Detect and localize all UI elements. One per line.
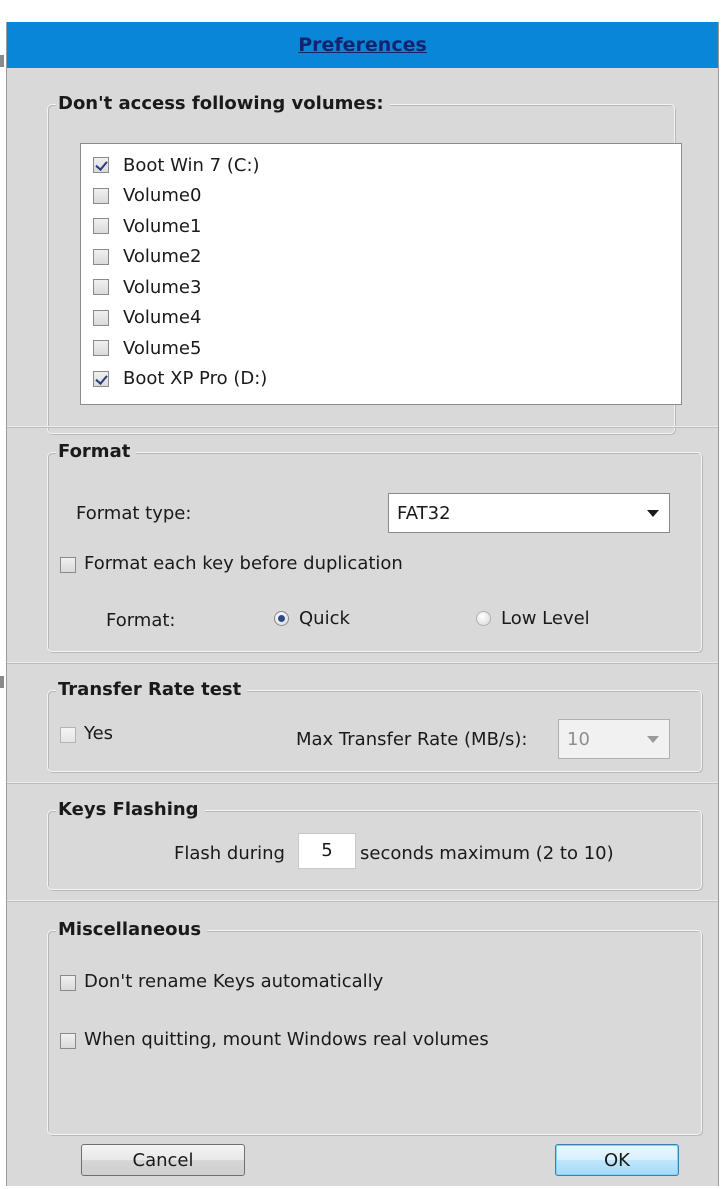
format-group: Format Format type: FAT32 Format each ke… — [47, 440, 702, 652]
volume-label: Volume1 — [123, 215, 202, 237]
volume-checkbox[interactable] — [93, 309, 109, 326]
list-item[interactable]: Boot Win 7 (C:) — [81, 150, 681, 181]
volume-label: Volume3 — [123, 276, 202, 298]
list-item[interactable]: Volume2 — [81, 242, 681, 273]
volume-label: Volume0 — [123, 185, 202, 207]
volume-checkbox[interactable] — [93, 340, 109, 357]
transfer-yes-checkbox[interactable] — [60, 727, 76, 743]
dont-rename-keys-label[interactable]: Don't rename Keys automatically — [84, 971, 383, 992]
transfer-rate-legend: Transfer Rate test — [56, 678, 248, 702]
volume-label: Boot Win 7 (C:) — [123, 154, 260, 176]
dont-rename-keys-checkbox[interactable] — [60, 975, 76, 991]
quick-radio-label: Quick — [299, 608, 350, 629]
format-each-key-label[interactable]: Format each key before duplication — [84, 553, 403, 574]
miscellaneous-group: Miscellaneous Don't rename Keys automati… — [47, 918, 702, 1135]
cancel-button[interactable]: Cancel — [81, 1144, 245, 1176]
background-edge-mark — [0, 55, 4, 67]
section-divider — [7, 426, 718, 428]
transfer-yes-label[interactable]: Yes — [84, 723, 113, 744]
volumes-legend: Don't access following volumes: — [56, 92, 390, 116]
keys-flashing-legend: Keys Flashing — [56, 798, 205, 822]
preferences-dialog: Preferences Don't access following volum… — [6, 22, 719, 1186]
flash-seconds-suffix: seconds maximum (2 to 10) — [360, 843, 614, 864]
max-transfer-rate-dropdown[interactable]: 10 — [558, 719, 670, 759]
volume-label: Volume2 — [123, 246, 202, 268]
low-level-radio-indicator[interactable] — [476, 611, 491, 626]
volume-checkbox[interactable] — [93, 370, 109, 387]
section-divider — [7, 662, 718, 664]
volume-checkbox[interactable] — [93, 218, 109, 235]
chevron-down-icon — [647, 509, 659, 517]
list-item[interactable]: Volume1 — [81, 211, 681, 242]
list-item[interactable]: Boot XP Pro (D:) — [81, 364, 681, 395]
volume-checkbox[interactable] — [93, 157, 109, 174]
low-level-radio-label: Low Level — [501, 608, 590, 629]
volume-label: Boot XP Pro (D:) — [123, 368, 268, 390]
dialog-title: Preferences — [298, 34, 427, 56]
quick-radio-indicator[interactable] — [274, 611, 289, 626]
volumes-group: Don't access following volumes: Boot Win… — [47, 92, 682, 434]
flash-seconds-input[interactable]: 5 — [298, 833, 356, 869]
list-item[interactable]: Volume5 — [81, 333, 681, 364]
low-level-radio[interactable]: Low Level — [476, 608, 590, 629]
volume-label: Volume5 — [123, 337, 202, 359]
title-bar[interactable]: Preferences — [7, 22, 718, 68]
quick-radio[interactable]: Quick — [274, 608, 350, 629]
miscellaneous-legend: Miscellaneous — [56, 918, 208, 942]
keys-flashing-group: Keys Flashing Flash during 5 seconds max… — [47, 798, 702, 890]
mount-real-volumes-checkbox[interactable] — [60, 1033, 76, 1049]
volume-checkbox[interactable] — [93, 279, 109, 296]
chevron-down-icon — [647, 735, 659, 743]
format-mode-label: Format: — [106, 610, 176, 631]
volume-checkbox[interactable] — [93, 187, 109, 204]
list-item[interactable]: Volume0 — [81, 181, 681, 212]
list-item[interactable]: Volume4 — [81, 303, 681, 334]
volumes-listbox[interactable]: Boot Win 7 (C:) Volume0 Volume1 Volume2 … — [80, 143, 682, 405]
list-item[interactable]: Volume3 — [81, 272, 681, 303]
mount-real-volumes-label[interactable]: When quitting, mount Windows real volume… — [84, 1029, 489, 1050]
max-transfer-rate-label: Max Transfer Rate (MB/s): — [296, 729, 528, 750]
max-transfer-rate-value: 10 — [567, 728, 590, 750]
flash-during-label: Flash during — [174, 843, 285, 864]
format-type-value: FAT32 — [397, 502, 451, 524]
volume-label: Volume4 — [123, 307, 202, 329]
transfer-rate-group: Transfer Rate test Yes Max Transfer Rate… — [47, 678, 702, 772]
format-each-key-checkbox[interactable] — [60, 557, 76, 573]
format-type-dropdown[interactable]: FAT32 — [388, 493, 670, 533]
section-divider — [7, 900, 718, 902]
volume-checkbox[interactable] — [93, 248, 109, 265]
background-edge-mark — [0, 676, 4, 688]
format-type-label: Format type: — [76, 503, 192, 524]
ok-button[interactable]: OK — [555, 1144, 679, 1176]
section-divider — [7, 782, 718, 784]
format-legend: Format — [56, 440, 137, 464]
